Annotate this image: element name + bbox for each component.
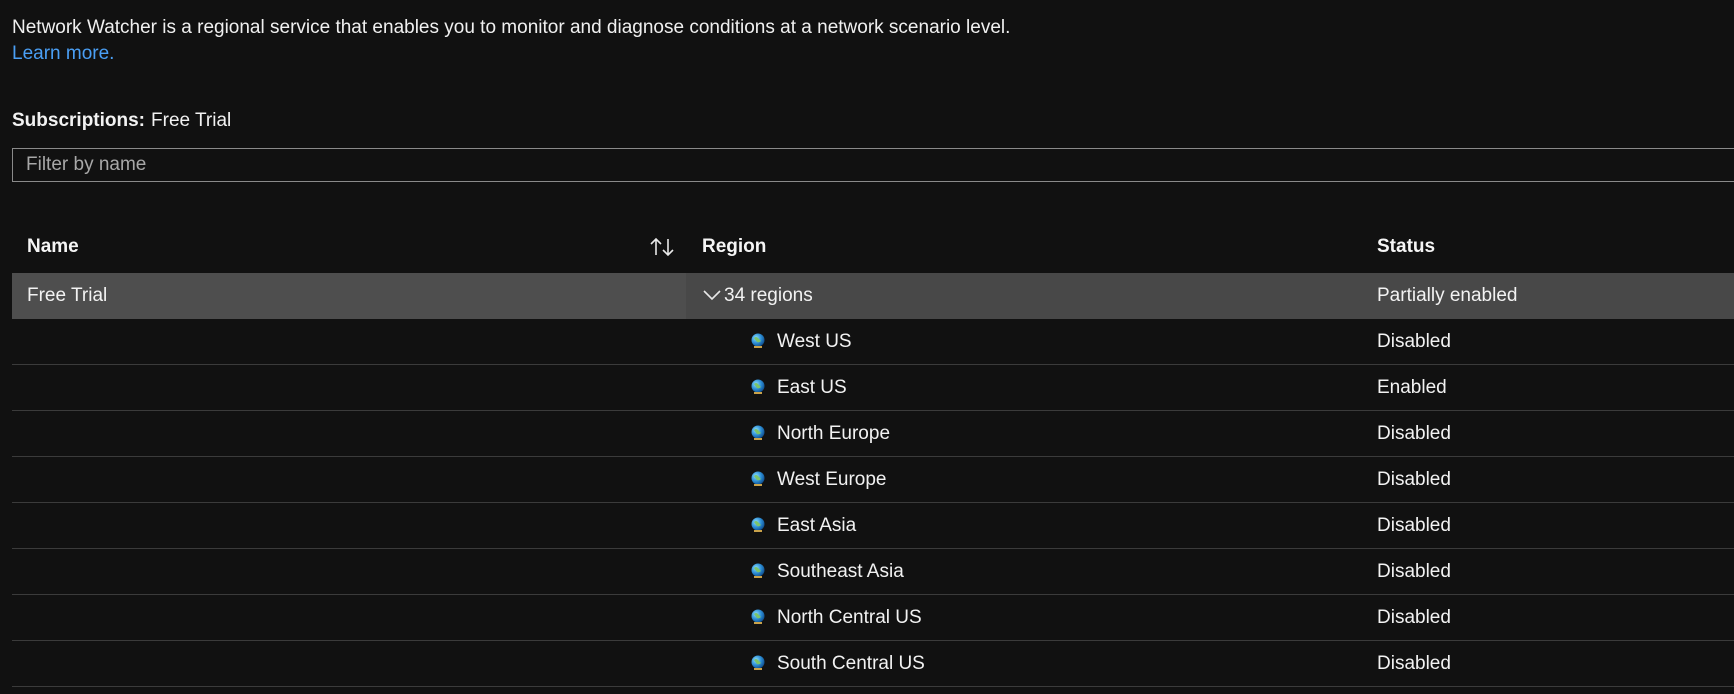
- region-rows: West US Disabled East US Enabled North E…: [12, 319, 1734, 687]
- globe-icon: [751, 655, 765, 670]
- region-status: Enabled: [1377, 377, 1447, 398]
- subscription-group-row[interactable]: Free Trial 34 regions Partially enabled: [12, 273, 1734, 319]
- group-status: Partially enabled: [1377, 285, 1518, 306]
- table-row[interactable]: East Asia Disabled: [12, 503, 1734, 549]
- group-name: Free Trial: [27, 285, 108, 306]
- region-status: Disabled: [1377, 607, 1451, 628]
- column-header-region[interactable]: Region: [702, 225, 766, 273]
- region-status: Disabled: [1377, 561, 1451, 582]
- filter-by-name-input[interactable]: [12, 148, 1734, 182]
- region-name: West Europe: [777, 469, 887, 490]
- name-cell-highlight: [12, 273, 686, 319]
- region-status: Disabled: [1377, 423, 1451, 444]
- region-name: North Europe: [777, 423, 891, 444]
- table-row[interactable]: South Central US Disabled: [12, 641, 1734, 687]
- globe-icon: [751, 379, 765, 394]
- region-name: North Central US: [777, 607, 922, 628]
- globe-icon: [751, 471, 765, 486]
- subscriptions-value[interactable]: Free Trial: [151, 110, 231, 131]
- subscriptions-label: Subscriptions:: [12, 110, 146, 131]
- region-status: Disabled: [1377, 469, 1451, 490]
- globe-icon: [751, 517, 765, 532]
- region-status: Disabled: [1377, 515, 1451, 536]
- regions-table: Name Region Status Free Trial 34 regions…: [12, 225, 1734, 687]
- region-name: East Asia: [777, 515, 857, 536]
- table-row[interactable]: West Europe Disabled: [12, 457, 1734, 503]
- sort-up-down-icon[interactable]: [648, 235, 676, 259]
- table-row[interactable]: Southeast Asia Disabled: [12, 549, 1734, 595]
- region-status: Disabled: [1377, 331, 1451, 352]
- intro-text: Network Watcher is a regional service th…: [12, 17, 1011, 38]
- globe-icon: [751, 425, 765, 440]
- chevron-down-icon[interactable]: [702, 287, 722, 305]
- table-row[interactable]: North Central US Disabled: [12, 595, 1734, 641]
- globe-icon: [751, 609, 765, 624]
- table-row[interactable]: East US Enabled: [12, 365, 1734, 411]
- globe-icon: [751, 333, 765, 348]
- group-region-count: 34 regions: [724, 285, 813, 306]
- subscriptions-filter[interactable]: Subscriptions: Free Trial: [12, 108, 231, 134]
- table-row[interactable]: North Europe Disabled: [12, 411, 1734, 457]
- region-name: Southeast Asia: [777, 561, 904, 582]
- column-header-status[interactable]: Status: [1377, 225, 1435, 273]
- table-row[interactable]: West US Disabled: [12, 319, 1734, 365]
- region-name: East US: [777, 377, 847, 398]
- table-header: Name Region Status: [12, 225, 1734, 273]
- learn-more-link[interactable]: Learn more.: [12, 41, 114, 67]
- region-name: West US: [777, 331, 852, 352]
- region-status: Disabled: [1377, 653, 1451, 674]
- column-header-name[interactable]: Name: [27, 225, 79, 273]
- region-name: South Central US: [777, 653, 925, 674]
- globe-icon: [751, 563, 765, 578]
